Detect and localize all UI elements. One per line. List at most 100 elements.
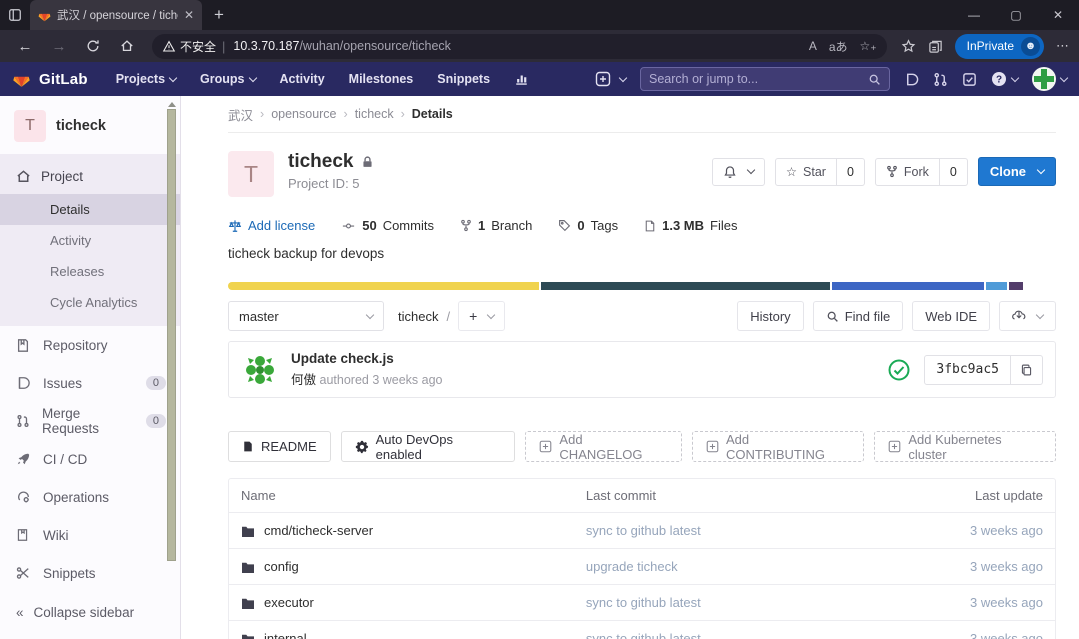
table-row[interactable]: config upgrade ticheck 3 weeks ago	[229, 548, 1055, 584]
refresh-icon[interactable]	[78, 33, 108, 59]
file-name[interactable]: internal	[264, 631, 307, 639]
commit-author[interactable]: 何傲	[291, 373, 316, 387]
web-ide-button[interactable]: Web IDE	[912, 301, 990, 331]
inprivate-badge[interactable]: InPrivate ☻	[955, 34, 1044, 59]
file-name[interactable]: config	[264, 559, 299, 574]
branch-selector[interactable]: master	[228, 301, 384, 331]
download-button[interactable]	[999, 301, 1056, 331]
fork-count[interactable]: 0	[940, 158, 968, 186]
user-menu[interactable]	[1032, 67, 1067, 91]
star-count[interactable]: 0	[837, 158, 865, 186]
add-license-link[interactable]: Add license	[228, 218, 315, 233]
commits-stat[interactable]: 50Commits	[341, 218, 434, 233]
sidebar-item-issues[interactable]: Issues 0	[0, 364, 180, 402]
breadcrumb-separator: ›	[344, 107, 348, 121]
add-file-button[interactable]: +	[458, 301, 505, 331]
breadcrumb-subgroup[interactable]: opensource	[271, 107, 336, 121]
clone-button[interactable]: Clone	[978, 157, 1056, 186]
new-menu-button[interactable]	[595, 71, 626, 87]
language-bar[interactable]	[228, 282, 1056, 290]
history-button[interactable]: History	[737, 301, 803, 331]
search-box[interactable]	[640, 67, 890, 91]
home-icon[interactable]	[112, 33, 142, 59]
security-label[interactable]: 不安全	[180, 38, 216, 55]
address-bar[interactable]: 不安全 | 10.3.70.187 /wuhan/opensource/tich…	[152, 34, 887, 59]
auto-devops-button[interactable]: Auto DevOps enabled	[341, 431, 516, 462]
sidebar-scrollbar[interactable]	[166, 102, 177, 577]
sidebar-project-name[interactable]: ticheck	[56, 118, 106, 134]
breadcrumb-project[interactable]: ticheck	[355, 107, 394, 121]
add-contributing-button[interactable]: Add CONTRIBUTING	[692, 431, 864, 462]
table-row[interactable]: executor sync to github latest 3 weeks a…	[229, 584, 1055, 620]
sidebar-item-repository[interactable]: Repository	[0, 326, 180, 364]
file-commit[interactable]: sync to github latest	[586, 523, 933, 538]
sidebar-item-snippets[interactable]: Snippets	[0, 554, 180, 592]
add-changelog-button[interactable]: Add CHANGELOG	[525, 431, 682, 462]
readme-button[interactable]: README	[228, 431, 331, 462]
sidebar-item-wiki[interactable]: Wiki	[0, 516, 180, 554]
sidebar-item-cicd[interactable]: CI / CD	[0, 440, 180, 478]
table-row[interactable]: internal sync to github latest 3 weeks a…	[229, 620, 1055, 639]
copy-sha-button[interactable]	[1011, 355, 1043, 385]
tab-actions-icon[interactable]	[0, 8, 30, 22]
minimize-icon[interactable]: —	[953, 0, 995, 30]
collections-icon[interactable]	[928, 39, 943, 54]
file-commit[interactable]: sync to github latest	[586, 595, 933, 610]
files-stat[interactable]: 1.3 MBFiles	[644, 218, 737, 233]
sidebar-item-releases[interactable]: Releases	[0, 256, 180, 287]
file-name[interactable]: cmd/ticheck-server	[264, 523, 373, 538]
file-commit[interactable]: sync to github latest	[586, 631, 933, 639]
file-commit[interactable]: upgrade ticheck	[586, 559, 933, 574]
back-icon[interactable]: ←	[10, 33, 40, 59]
gitlab-home-link[interactable]: GitLab	[12, 70, 88, 88]
help-menu[interactable]: ?	[991, 71, 1018, 87]
issues-icon[interactable]	[904, 72, 919, 87]
star-button[interactable]: ☆ Star	[775, 158, 837, 186]
commit-sha[interactable]: 3fbc9ac5	[924, 355, 1011, 385]
more-options-icon[interactable]: ⋯	[1056, 38, 1069, 54]
pipeline-status-icon[interactable]	[888, 359, 910, 381]
nav-projects[interactable]: Projects	[106, 62, 186, 96]
new-tab-icon[interactable]: +	[214, 5, 224, 25]
collapse-sidebar-button[interactable]: « Collapse sidebar	[0, 595, 180, 629]
sidebar-item-project[interactable]: Project	[0, 158, 180, 194]
sidebar-item-activity[interactable]: Activity	[0, 225, 180, 256]
commit-message[interactable]: Update check.js	[291, 351, 443, 366]
close-window-icon[interactable]: ✕	[1037, 0, 1079, 30]
find-file-button[interactable]: Find file	[813, 301, 904, 331]
commit-author-avatar[interactable]	[241, 351, 279, 389]
branches-stat[interactable]: 1Branch	[460, 218, 532, 233]
favorites-icon[interactable]	[901, 39, 916, 54]
browser-tab[interactable]: 武汉 / opensource / ticheck · Git ✕	[30, 0, 202, 30]
table-row[interactable]: cmd/ticheck-server sync to github latest…	[229, 512, 1055, 548]
sidebar-item-operations[interactable]: Operations	[0, 478, 180, 516]
close-tab-icon[interactable]: ✕	[184, 8, 194, 22]
forward-icon[interactable]: →	[44, 33, 74, 59]
repo-root-link[interactable]: ticheck	[398, 309, 438, 324]
chart-icon[interactable]	[504, 62, 539, 96]
read-aloud-icon[interactable]: A	[809, 39, 817, 53]
maximize-icon[interactable]: ▢	[995, 0, 1037, 30]
search-input[interactable]	[649, 72, 868, 86]
nav-snippets[interactable]: Snippets	[427, 62, 500, 96]
sidebar-item-details[interactable]: Details	[0, 194, 180, 225]
scrollbar-thumb[interactable]	[167, 109, 176, 561]
tags-stat[interactable]: 0Tags	[558, 218, 618, 233]
sidebar-item-cycle-analytics[interactable]: Cycle Analytics	[0, 287, 180, 318]
fork-button[interactable]: Fork	[875, 158, 940, 186]
add-kubernetes-button[interactable]: Add Kubernetes cluster	[874, 431, 1056, 462]
merge-requests-icon[interactable]	[933, 72, 948, 87]
breadcrumb-group[interactable]: 武汉	[228, 105, 253, 124]
add-favorite-icon[interactable]: ☆₊	[860, 39, 877, 53]
translate-icon[interactable]: aあ	[829, 38, 848, 55]
gitlab-brand: GitLab	[39, 71, 88, 88]
nav-milestones[interactable]: Milestones	[339, 62, 424, 96]
sidebar-item-merge-requests[interactable]: Merge Requests 0	[0, 402, 180, 440]
scroll-up-icon[interactable]	[168, 102, 176, 107]
file-name[interactable]: executor	[264, 595, 314, 610]
page-title: ticheck	[288, 151, 353, 173]
notifications-button[interactable]	[712, 158, 765, 186]
nav-groups[interactable]: Groups	[190, 62, 265, 96]
todos-icon[interactable]	[962, 72, 977, 87]
nav-activity[interactable]: Activity	[270, 62, 335, 96]
